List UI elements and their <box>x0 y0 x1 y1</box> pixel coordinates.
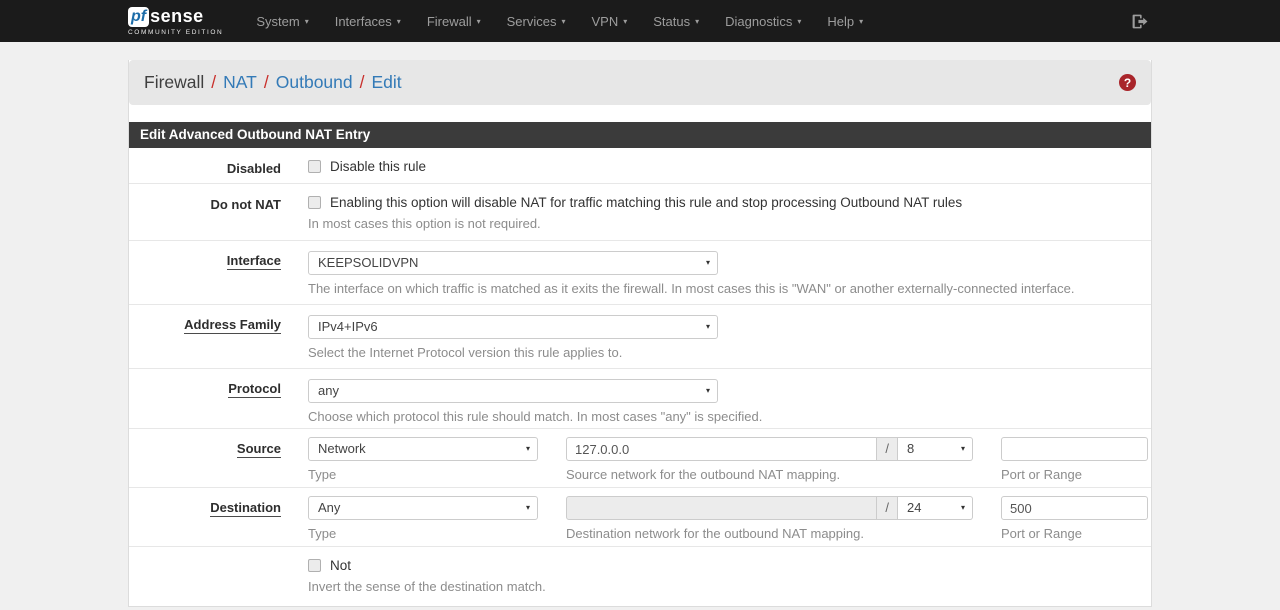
chevron-down-icon: ▾ <box>797 17 801 26</box>
do-not-nat-checkbox[interactable] <box>308 196 321 209</box>
source-type-select[interactable]: Network ▾ <box>308 437 538 461</box>
destination-label: Destination <box>129 488 308 546</box>
nav-item-status[interactable]: Status ▾ <box>640 0 712 42</box>
disable-rule-checkbox[interactable] <box>308 160 321 173</box>
protocol-label: Protocol <box>129 369 308 428</box>
breadcrumb-separator: / <box>257 72 276 93</box>
do-not-nat-checkbox-label: Enabling this option will disable NAT fo… <box>330 195 962 210</box>
chevron-down-icon: ▾ <box>706 316 710 338</box>
destination-network-help: Destination network for the outbound NAT… <box>566 526 973 541</box>
breadcrumb: Firewall / NAT / Outbound / Edit ? <box>129 60 1151 105</box>
mask-separator: / <box>877 437 898 461</box>
source-network-help: Source network for the outbound NAT mapp… <box>566 467 973 482</box>
chevron-down-icon: ▾ <box>859 17 863 26</box>
address-family-row: Address Family IPv4+IPv6 ▾ Select the In… <box>129 305 1151 369</box>
nav-item-interfaces[interactable]: Interfaces ▾ <box>322 0 414 42</box>
not-checkbox[interactable] <box>308 559 321 572</box>
do-not-nat-label: Do not NAT <box>129 184 308 240</box>
breadcrumb-separator: / <box>353 72 372 93</box>
protocol-row: Protocol any ▾ Choose which protocol thi… <box>129 369 1151 429</box>
destination-type-help: Type <box>308 526 538 541</box>
breadcrumb-separator: / <box>204 72 223 93</box>
chevron-down-icon: ▾ <box>526 438 530 460</box>
do-not-nat-row: Do not NAT Enabling this option will dis… <box>129 184 1151 241</box>
destination-port-help: Port or Range <box>1001 526 1148 541</box>
not-row: Not Invert the sense of the destination … <box>129 547 1151 606</box>
not-help: Invert the sense of the destination matc… <box>308 579 1146 594</box>
chevron-down-icon: ▾ <box>706 252 710 274</box>
chevron-down-icon: ▾ <box>561 17 565 26</box>
interface-row: Interface KEEPSOLIDVPN ▾ The interface o… <box>129 241 1151 305</box>
nav-item-help[interactable]: Help ▾ <box>814 0 876 42</box>
address-family-select[interactable]: IPv4+IPv6 ▾ <box>308 315 718 339</box>
disabled-label: Disabled <box>129 148 308 183</box>
destination-port-input[interactable] <box>1001 496 1148 520</box>
panel-title: Edit Advanced Outbound NAT Entry <box>129 122 1151 148</box>
pfsense-logo-pf: pf <box>128 7 149 27</box>
source-row: Source Network ▾ Type / <box>129 429 1151 488</box>
source-label: Source <box>129 429 308 487</box>
help-icon[interactable]: ? <box>1119 74 1136 91</box>
do-not-nat-help: In most cases this option is not require… <box>308 216 1146 231</box>
interface-help: The interface on which traffic is matche… <box>308 281 1146 296</box>
nav-item-services[interactable]: Services ▾ <box>494 0 579 42</box>
source-port-help: Port or Range <box>1001 467 1148 482</box>
nav-item-vpn[interactable]: VPN ▾ <box>579 0 641 42</box>
chevron-down-icon: ▾ <box>305 17 309 26</box>
address-family-label: Address Family <box>129 305 308 368</box>
chevron-down-icon: ▾ <box>706 380 710 402</box>
content-container: Firewall / NAT / Outbound / Edit ? Edit … <box>128 60 1152 607</box>
breadcrumb-edit[interactable]: Edit <box>372 72 402 93</box>
protocol-help: Choose which protocol this rule should m… <box>308 409 1146 424</box>
source-port-input[interactable] <box>1001 437 1148 461</box>
interface-select[interactable]: KEEPSOLIDVPN ▾ <box>308 251 718 275</box>
destination-row: Destination Any ▾ Type / <box>129 488 1151 547</box>
nav-item-diagnostics[interactable]: Diagnostics ▾ <box>712 0 814 42</box>
breadcrumb-firewall: Firewall <box>144 72 204 93</box>
chevron-down-icon: ▾ <box>623 17 627 26</box>
chevron-down-icon: ▾ <box>961 497 965 519</box>
interface-label: Interface <box>129 241 308 304</box>
top-navbar: pf sense COMMUNITY EDITION System ▾ Inte… <box>0 0 1280 42</box>
disabled-row: Disabled Disable this rule <box>129 148 1151 184</box>
chevron-down-icon: ▾ <box>477 17 481 26</box>
destination-mask-select[interactable]: 24 ▾ <box>898 496 973 520</box>
source-mask-select[interactable]: 8 ▾ <box>898 437 973 461</box>
chevron-down-icon: ▾ <box>526 497 530 519</box>
address-family-help: Select the Internet Protocol version thi… <box>308 345 1146 360</box>
chevron-down-icon: ▾ <box>397 17 401 26</box>
chevron-down-icon: ▾ <box>961 438 965 460</box>
source-network-input[interactable] <box>566 437 877 461</box>
chevron-down-icon: ▾ <box>695 17 699 26</box>
breadcrumb-outbound[interactable]: Outbound <box>276 72 353 93</box>
not-checkbox-label: Not <box>330 558 351 573</box>
breadcrumb-nat[interactable]: NAT <box>223 72 257 93</box>
edit-nat-panel: Edit Advanced Outbound NAT Entry Disable… <box>129 122 1151 606</box>
source-type-help: Type <box>308 467 538 482</box>
protocol-select[interactable]: any ▾ <box>308 379 718 403</box>
destination-network-input <box>566 496 877 520</box>
sign-out-icon[interactable] <box>1127 13 1152 30</box>
pfsense-logo-sense: sense <box>150 6 204 27</box>
nav-item-firewall[interactable]: Firewall ▾ <box>414 0 494 42</box>
nav-item-system[interactable]: System ▾ <box>243 0 321 42</box>
pfsense-logo-subtitle: COMMUNITY EDITION <box>128 29 223 36</box>
mask-separator: / <box>877 496 898 520</box>
disable-rule-checkbox-label: Disable this rule <box>330 159 426 174</box>
pfsense-logo[interactable]: pf sense COMMUNITY EDITION <box>128 6 223 36</box>
destination-type-select[interactable]: Any ▾ <box>308 496 538 520</box>
